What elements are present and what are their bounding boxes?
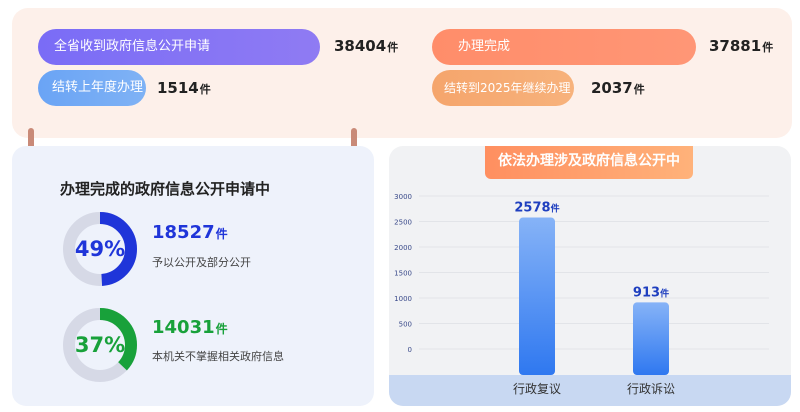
received-unit: 件	[387, 41, 399, 54]
bar-1	[519, 217, 555, 375]
disclosed-value: 18527	[152, 222, 215, 243]
carried-in-pill: 结转上年度办理	[38, 70, 146, 106]
not-held-percent: 37%	[74, 333, 126, 357]
received-pill: 全省收到政府信息公开申请	[38, 29, 320, 65]
x-category-label: 行政复议	[513, 382, 561, 396]
carried-in-unit: 件	[199, 83, 211, 96]
chart-banner: 依法办理涉及政府信息公开中	[485, 146, 693, 179]
carried-out-stat: 2037件	[591, 79, 645, 97]
bar-2	[633, 302, 669, 375]
completed-pill: 办理完成	[432, 29, 696, 65]
disclosed-label: 予以公开及部分公开	[152, 256, 251, 269]
carried-out-unit: 件	[633, 83, 645, 96]
y-tick-label: 0	[408, 346, 412, 354]
received-value: 38404	[334, 37, 387, 55]
carried-in-stat: 1514件	[157, 79, 211, 97]
bar-chart: 0 500 1000 1500 2000 2500 3000 2578件行政复议 913件行政诉…	[394, 193, 769, 396]
completed-breakdown-title: 办理完成的政府信息公开申请中	[60, 180, 271, 198]
carried-in-value: 1514	[157, 79, 199, 97]
completed-unit: 件	[762, 41, 774, 54]
completed-value: 37881	[709, 37, 762, 55]
not-held-label: 本机关不掌握相关政府信息	[152, 350, 284, 363]
received-label: 全省收到政府信息公开申请	[54, 39, 211, 54]
carried-out-pill: 结转到2025年继续办理	[432, 70, 574, 106]
disclosed-unit: 件	[215, 227, 228, 241]
y-tick-label: 3000	[394, 193, 412, 201]
y-tick-label: 2500	[394, 219, 412, 227]
carried-out-label: 结转到2025年继续办理	[444, 81, 571, 95]
not-held-unit: 件	[215, 322, 228, 336]
bar-value-label: 913件	[633, 285, 669, 300]
y-tick-label: 1500	[394, 270, 412, 278]
x-category-label: 行政诉讼	[627, 382, 675, 396]
y-tick-label: 1000	[394, 295, 412, 303]
carried-out-value: 2037	[591, 79, 633, 97]
completed-stat: 37881件	[709, 37, 773, 55]
received-stat: 38404件	[334, 37, 398, 55]
y-tick-label: 500	[399, 321, 412, 329]
not-held-value-wrap: 14031件	[152, 317, 228, 338]
y-tick-label: 2000	[394, 244, 412, 252]
completed-label: 办理完成	[458, 39, 511, 54]
disclosed-value-wrap: 18527件	[152, 222, 228, 243]
not-held-value: 14031	[152, 317, 215, 338]
bar-value-label: 2578件	[514, 201, 559, 216]
carried-in-label: 结转上年度办理	[52, 80, 144, 95]
disclosed-percent: 49%	[74, 237, 126, 261]
